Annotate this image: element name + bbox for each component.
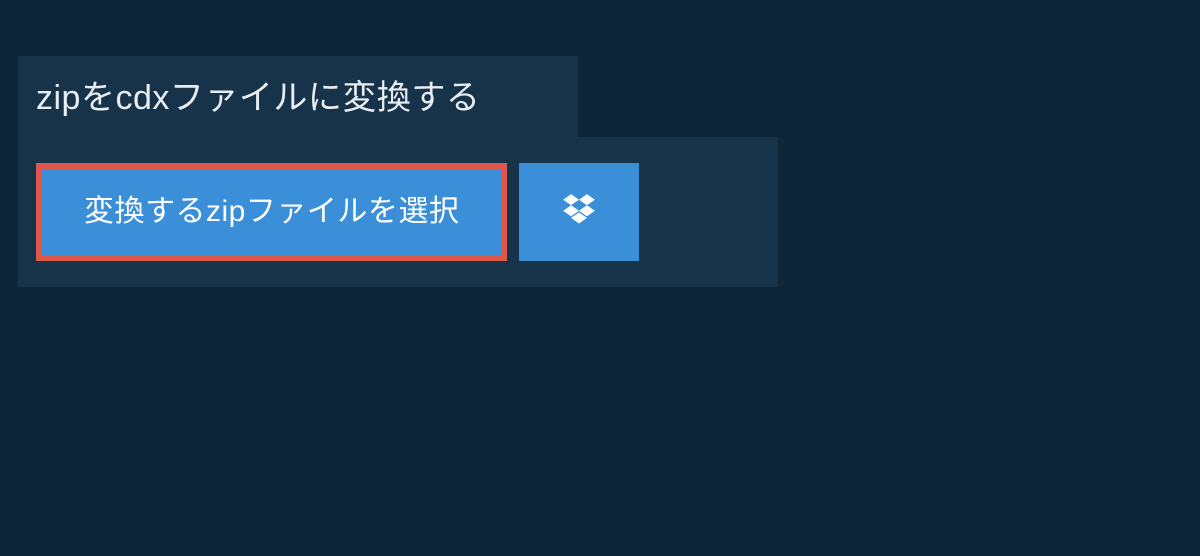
dropbox-button[interactable]	[519, 163, 639, 261]
select-file-button-label: 変換するzipファイルを選択	[84, 197, 459, 227]
heading-panel: zipをcdxファイルに変換する	[18, 56, 578, 137]
page-title: zipをcdxファイルに変換する	[36, 70, 560, 119]
select-file-button[interactable]: 変換するzipファイルを選択	[36, 163, 507, 261]
dropbox-icon	[560, 191, 598, 234]
action-panel: 変換するzipファイルを選択	[18, 137, 778, 287]
